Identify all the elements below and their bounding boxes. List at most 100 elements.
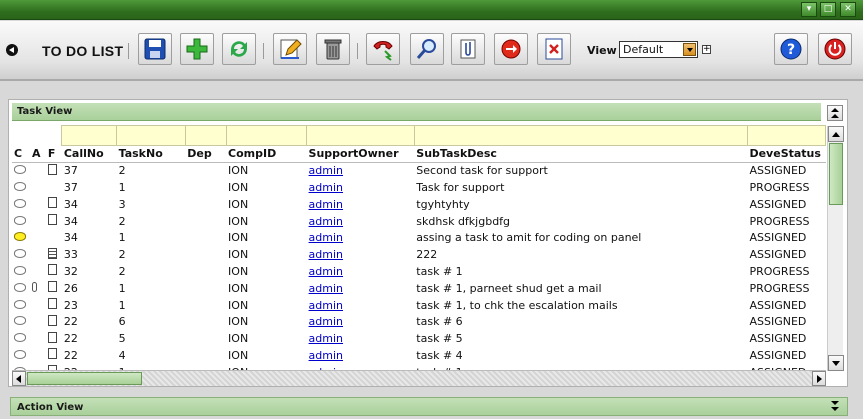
owner-link[interactable]: admin	[309, 198, 343, 211]
owner-link[interactable]: admin	[309, 215, 343, 228]
attachment-cell[interactable]	[30, 263, 46, 280]
comment-icon[interactable]	[14, 316, 26, 326]
maximize-icon[interactable]: □	[820, 2, 836, 17]
owner-link[interactable]: admin	[309, 231, 343, 244]
owner-link[interactable]: admin	[309, 265, 343, 278]
back-arrow-icon[interactable]	[6, 44, 18, 56]
table-row[interactable]: 37 2 ION admin Second task for support ASSIGN…	[12, 162, 826, 179]
file-cell[interactable]	[46, 297, 62, 314]
comment-icon[interactable]	[14, 265, 26, 275]
filter-subtaskdesc[interactable]	[413, 125, 748, 146]
save-button[interactable]	[138, 33, 172, 65]
table-row[interactable]: 34 3 ION admin tgyhtyhty ASSIGNED	[12, 196, 826, 213]
table-row[interactable]: 37 1 ION admin Task for support PROGRESS	[12, 179, 826, 196]
filter-dep[interactable]	[184, 125, 227, 146]
file-cell[interactable]	[46, 213, 62, 230]
document-icon[interactable]	[47, 298, 57, 310]
document-icon[interactable]	[47, 314, 57, 326]
forward-button[interactable]	[494, 33, 528, 65]
owner-link[interactable]: admin	[309, 332, 343, 345]
comment-icon[interactable]	[14, 249, 26, 259]
scroll-right-icon[interactable]	[812, 371, 826, 386]
expand-icon[interactable]	[828, 399, 843, 414]
comment-icon[interactable]	[14, 299, 26, 309]
file-cell[interactable]	[46, 196, 62, 213]
table-row[interactable]: 26 1 ION admin task # 1, parneet shud get a …	[12, 280, 826, 297]
column-header-compid[interactable]: CompID	[226, 145, 307, 163]
close-icon[interactable]: ✕	[840, 2, 856, 17]
comment-icon[interactable]	[14, 198, 26, 208]
scroll-thumb[interactable]	[829, 143, 843, 205]
comment-icon[interactable]	[14, 333, 26, 343]
file-cell[interactable]	[46, 347, 62, 364]
attachment-cell[interactable]	[30, 280, 46, 297]
cancel-document-button[interactable]	[537, 33, 571, 65]
attachment-cell[interactable]	[30, 313, 46, 330]
attachment-cell[interactable]	[30, 347, 46, 364]
vertical-scrollbar[interactable]	[827, 126, 844, 371]
collapse-icon[interactable]	[827, 105, 843, 121]
scroll-left-icon[interactable]	[12, 371, 26, 386]
owner-link[interactable]: admin	[309, 248, 343, 261]
view-select[interactable]: Default	[619, 41, 698, 58]
help-button[interactable]: ?	[774, 33, 808, 65]
document-icon[interactable]	[47, 331, 57, 343]
document-icon[interactable]	[47, 197, 57, 209]
edit-button[interactable]	[273, 33, 307, 65]
table-row[interactable]: 32 2 ION admin task # 1 PROGRESS	[12, 263, 826, 280]
column-header-a[interactable]: A	[29, 145, 46, 163]
add-view-icon[interactable]: +	[702, 45, 711, 54]
power-button[interactable]	[818, 33, 852, 65]
comment-cell[interactable]	[12, 246, 30, 263]
column-header-c[interactable]: C	[12, 145, 30, 163]
column-header-supportowner[interactable]: SupportOwner	[306, 145, 415, 163]
chevron-down-icon[interactable]	[683, 43, 696, 56]
filter-callno[interactable]	[61, 125, 118, 146]
document-icon[interactable]	[47, 281, 57, 293]
column-header-devestatus[interactable]: DeveStatus	[747, 145, 826, 163]
file-cell[interactable]	[46, 330, 62, 347]
attachment-cell[interactable]	[30, 179, 46, 196]
attachment-cell[interactable]	[30, 330, 46, 347]
comment-cell[interactable]	[12, 280, 30, 297]
filter-supportowner[interactable]	[306, 125, 415, 146]
phone-button[interactable]	[366, 33, 400, 65]
add-button[interactable]	[180, 33, 214, 65]
comment-cell[interactable]	[12, 213, 30, 230]
refresh-button[interactable]	[222, 33, 256, 65]
comment-cell[interactable]	[12, 330, 30, 347]
attachment-cell[interactable]	[30, 196, 46, 213]
comment-icon[interactable]	[14, 181, 26, 191]
document-icon[interactable]	[47, 348, 57, 360]
file-cell[interactable]	[46, 229, 62, 246]
column-header-callno[interactable]: CallNo	[61, 145, 117, 163]
table-row[interactable]: 22 4 ION admin task # 4 ASSIGNED	[12, 347, 826, 364]
paperclip-icon[interactable]	[31, 281, 37, 292]
owner-link[interactable]: admin	[309, 282, 343, 295]
comment-icon[interactable]	[14, 349, 26, 359]
comment-cell[interactable]	[12, 347, 30, 364]
comment-cell[interactable]	[12, 196, 30, 213]
table-row[interactable]: 22 6 ION admin task # 6 ASSIGNED	[12, 313, 826, 330]
comment-cell[interactable]	[12, 297, 30, 314]
comment-cell[interactable]	[12, 162, 30, 179]
action-view-header[interactable]: Action View	[10, 397, 848, 416]
attachment-cell[interactable]	[30, 246, 46, 263]
comment-icon[interactable]	[14, 282, 26, 292]
filter-compid[interactable]	[225, 125, 308, 146]
search-button[interactable]	[410, 33, 444, 65]
owner-link[interactable]: admin	[309, 349, 343, 362]
scroll-down-icon[interactable]	[828, 355, 844, 371]
delete-button[interactable]	[316, 33, 350, 65]
scroll-up-icon[interactable]	[828, 126, 844, 142]
table-row[interactable]: 23 1 ION admin task # 1, to chk the escalati…	[12, 297, 826, 314]
file-cell[interactable]	[46, 280, 62, 297]
column-header-f[interactable]: F	[45, 145, 62, 163]
attachment-cell[interactable]	[30, 297, 46, 314]
owner-link[interactable]: admin	[309, 315, 343, 328]
table-row[interactable]: 33 2 ION admin 222 ASSIGNED	[12, 246, 826, 263]
column-header-taskno[interactable]: TaskNo	[116, 145, 186, 163]
comment-cell[interactable]	[12, 179, 30, 196]
comment-icon[interactable]	[14, 215, 26, 225]
file-cell[interactable]	[46, 162, 62, 179]
